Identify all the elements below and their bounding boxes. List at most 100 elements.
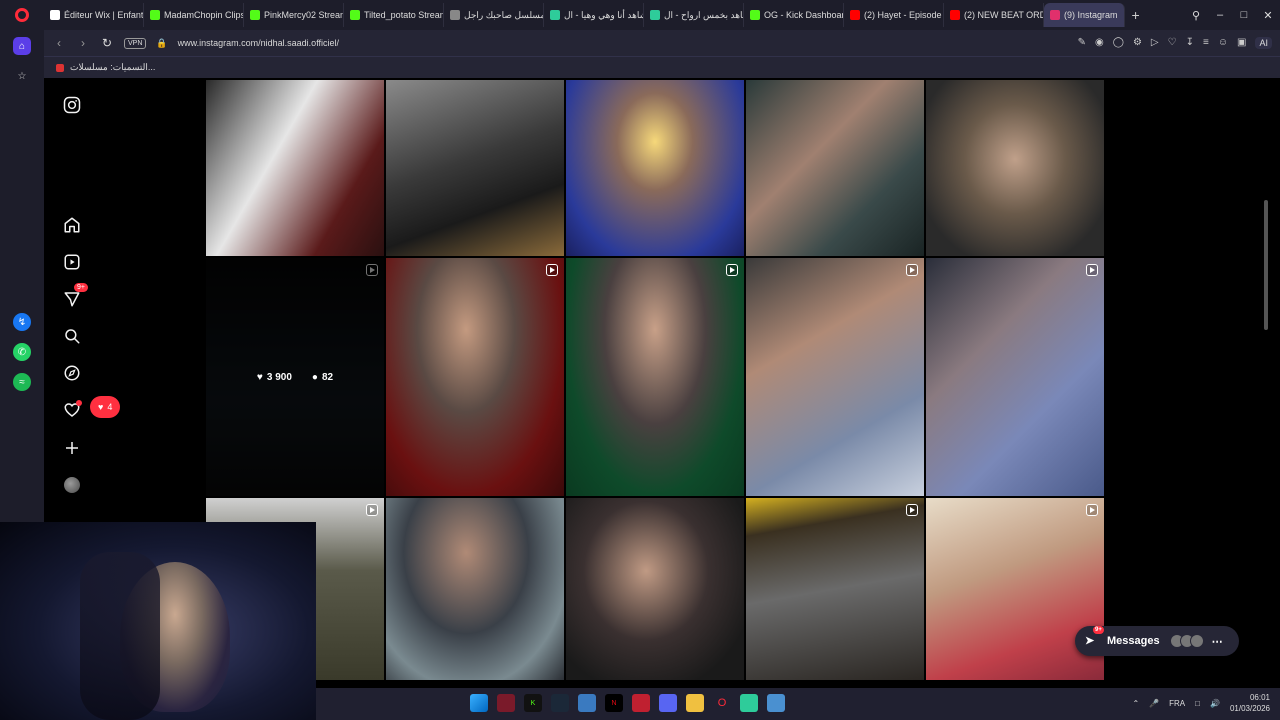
messenger-button[interactable]: ↯	[8, 308, 36, 336]
windows-start-icon[interactable]	[470, 694, 488, 712]
messages-count-badge: 9+	[74, 283, 88, 292]
post-thumbnail[interactable]	[386, 258, 564, 496]
tab-youtube-hayet[interactable]: (2) Hayet - Episode	[844, 3, 944, 27]
download-icon[interactable]: ↧	[1186, 37, 1194, 49]
opera-icon[interactable]: O	[713, 694, 731, 712]
minimize-icon[interactable]: –	[1208, 9, 1232, 21]
whatsapp-button[interactable]: ✆	[8, 338, 36, 366]
address-bar: ‹ › ↻ VPN 🔒 www.instagram.com/nidhal.saa…	[44, 30, 1280, 56]
recorder-icon[interactable]	[632, 694, 650, 712]
opera-logo-icon[interactable]	[0, 0, 44, 30]
maximize-icon[interactable]: □	[1232, 9, 1256, 21]
search-tabs-icon[interactable]: ⚲	[1184, 9, 1208, 22]
windows-taskbar: K N O ⌃ 🎤 FRA □ 🔊 06:01 01/03/2026	[316, 688, 1280, 720]
app-icon-red[interactable]	[497, 694, 515, 712]
more-icon[interactable]: ⋯	[1212, 635, 1223, 648]
post-thumbnail[interactable]	[746, 498, 924, 680]
messages-count-badge: 9+	[1093, 626, 1104, 634]
messages-floating-button[interactable]: ➤ 9+ Messages ⋯	[1075, 626, 1239, 656]
opera-home-button[interactable]: ⌂	[8, 32, 36, 60]
new-tab-button[interactable]: +	[1125, 7, 1147, 23]
tab-kick-madamchopin[interactable]: MadamChopin Clips	[144, 3, 244, 27]
netflix-icon[interactable]: N	[605, 694, 623, 712]
post-thumbnail[interactable]	[926, 498, 1104, 680]
tab-kick-dashboard[interactable]: OG - Kick Dashboard	[744, 3, 844, 27]
bookmarks-bar: التسميات: مسلسلات...	[44, 56, 1280, 78]
kick-app-icon[interactable]: K	[524, 694, 542, 712]
tab-wix[interactable]: Éditeur Wix | Enfant	[44, 3, 144, 27]
steam-icon[interactable]	[551, 694, 569, 712]
post-thumbnail[interactable]	[206, 80, 384, 256]
direct-messages-icon[interactable]: 9+	[60, 283, 88, 311]
notifications-heart-icon[interactable]	[60, 398, 84, 422]
post-thumbnail[interactable]	[926, 80, 1104, 256]
tab-kick-tilted-potato[interactable]: Tilted_potato Stream	[344, 3, 444, 27]
post-thumbnail[interactable]	[746, 258, 924, 496]
spotify-button[interactable]: ≈	[8, 368, 36, 396]
scrollbar-thumb[interactable]	[1264, 200, 1268, 330]
page-scrollbar[interactable]	[1262, 80, 1270, 680]
profile-avatar[interactable]	[60, 473, 84, 497]
tab-youtube-beat[interactable]: (2) NEW BEAT ORDE	[944, 3, 1044, 27]
tab-shahid-ana[interactable]: شاهد أنا وهي وهيا - ال	[544, 3, 644, 27]
menu-icon[interactable]: ≡	[1203, 37, 1209, 49]
instagram-logo-icon[interactable]	[60, 93, 84, 117]
green-app-icon[interactable]	[740, 694, 758, 712]
volume-icon[interactable]: 🔊	[1210, 699, 1220, 708]
post-hover-overlay[interactable]: ♥ 3 900 ● 82	[206, 258, 384, 496]
back-icon[interactable]: ‹	[52, 36, 66, 50]
close-icon[interactable]: ✕	[1256, 9, 1280, 22]
tab-kick-pinkmercy[interactable]: PinkMercy02 Stream	[244, 3, 344, 27]
play-icon[interactable]: ▷	[1151, 37, 1159, 49]
heart-icon[interactable]: ♡	[1168, 37, 1177, 49]
url-field[interactable]: www.instagram.com/nidhal.saadi.officiel/	[178, 38, 1068, 48]
notifications-likes-pill[interactable]: ♥ 4	[90, 396, 121, 418]
tab-shahid-khames[interactable]: شاهد بخمس ارواح - ال	[644, 3, 744, 27]
folder-icon[interactable]	[686, 694, 704, 712]
clock[interactable]: 06:01 01/03/2026	[1230, 692, 1270, 714]
star-icon: ☆	[17, 70, 27, 82]
window-app-icon[interactable]	[578, 694, 596, 712]
profile-icon[interactable]: ☺	[1218, 37, 1228, 49]
edit-icon[interactable]: ✎	[1078, 37, 1086, 49]
reel-icon	[726, 264, 738, 276]
home-icon: ⌂	[13, 37, 31, 55]
post-thumbnail[interactable]	[386, 498, 564, 680]
kick-icon	[250, 10, 260, 20]
reload-icon[interactable]: ↻	[100, 36, 114, 50]
cube-icon[interactable]: ▣	[1237, 37, 1246, 49]
home-nav-icon[interactable]	[60, 213, 84, 237]
reel-icon	[366, 504, 378, 516]
post-thumbnail[interactable]	[746, 80, 924, 256]
reels-icon[interactable]	[60, 250, 84, 274]
tab-series-sahbek[interactable]: مسلسل صاحبك راجل	[444, 3, 544, 27]
extension-icon[interactable]: ⚙	[1133, 37, 1142, 49]
opera-bookmarks-button[interactable]: ☆	[8, 62, 36, 90]
vpn-badge[interactable]: VPN	[124, 37, 147, 49]
tab-instagram[interactable]: (9) Instagram	[1044, 3, 1125, 27]
post-thumbnail[interactable]	[566, 80, 744, 256]
post-thumbnail[interactable]	[926, 258, 1104, 496]
chevron-up-icon[interactable]: ⌃	[1132, 699, 1139, 708]
forward-icon[interactable]: ›	[76, 36, 90, 50]
reel-icon	[1086, 504, 1098, 516]
post-thumbnail[interactable]	[566, 258, 744, 496]
post-thumbnail[interactable]	[386, 80, 564, 256]
shield-icon[interactable]: ◯	[1113, 37, 1124, 49]
microphone-icon[interactable]: 🎤	[1149, 699, 1159, 708]
post-thumbnail[interactable]	[566, 498, 744, 680]
language-indicator[interactable]: FRA	[1169, 699, 1185, 708]
camera-icon[interactable]: ◉	[1095, 37, 1104, 49]
create-plus-icon[interactable]	[60, 436, 84, 460]
spotify-icon: ≈	[13, 373, 31, 391]
photos-icon[interactable]	[767, 694, 785, 712]
ai-button[interactable]: AI	[1255, 37, 1272, 49]
bookmark-item[interactable]: التسميات: مسلسلات...	[70, 62, 155, 73]
network-icon[interactable]: □	[1195, 699, 1200, 708]
likes-stat: ♥ 3 900	[256, 371, 292, 383]
search-icon[interactable]	[60, 324, 84, 348]
explore-compass-icon[interactable]	[60, 361, 84, 385]
lock-icon[interactable]: 🔒	[156, 38, 167, 49]
discord-icon[interactable]	[659, 694, 677, 712]
post-thumbnail-hovered[interactable]: ♥ 3 900 ● 82	[206, 258, 384, 496]
